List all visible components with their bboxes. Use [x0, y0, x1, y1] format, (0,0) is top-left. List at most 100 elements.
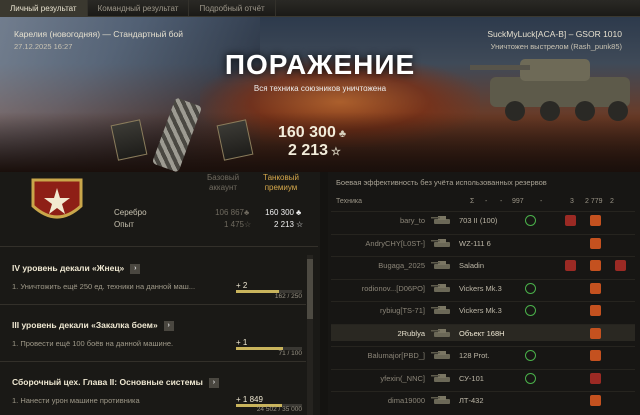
player-name: AndryCHY[L0ST-] — [365, 238, 425, 248]
kill-icon — [590, 282, 601, 294]
col-sum[interactable]: Σ — [470, 198, 474, 205]
player-name: rodionov...[D06PO] — [361, 283, 425, 293]
task-gain: + 2 — [236, 281, 248, 290]
kill-icon — [590, 305, 601, 316]
battle-result-title: ПОРАЖЕНИЕ — [224, 49, 416, 80]
team-row[interactable]: dima19000 ЛТ-432 — [331, 391, 635, 408]
tab-detailed-report[interactable]: Подробный отчёт — [189, 0, 276, 16]
tank-icon — [431, 306, 450, 314]
total-xp: 2 213 ☆ — [288, 142, 341, 159]
task-description: 1. Нанести урон машине противника — [12, 396, 140, 405]
tank-icon — [431, 351, 450, 359]
tasks-scrollbar[interactable] — [307, 255, 313, 415]
assist-icon — [525, 215, 536, 226]
task-progress-count: 71 / 100 — [278, 350, 303, 357]
team-row[interactable]: rybiug[TS-71] Vickers Mk.3 — [331, 301, 635, 318]
task-title: IV уровень декали «Жнец» › — [12, 263, 141, 274]
tank-icon — [431, 373, 450, 382]
col-c[interactable]: 997 — [512, 198, 524, 205]
tank-icon — [431, 261, 450, 269]
assist-icon — [525, 372, 536, 384]
kill-icon — [590, 237, 601, 249]
kill-icon — [590, 260, 601, 271]
tab-bar: Личный результат Командный результат Под… — [0, 0, 640, 17]
damage-icon — [615, 260, 626, 271]
tab-personal-result[interactable]: Личный результат — [0, 0, 88, 16]
player-name: rybiug[TS-71] — [379, 306, 425, 315]
tank-name: Vickers Mk.3 — [459, 283, 502, 293]
silver-premium-icon: ♣ — [296, 208, 302, 217]
assist-icon — [525, 282, 536, 294]
team-panel-header: Боевая эффективность без учёта использов… — [336, 178, 547, 187]
xp-premium: 2 213 — [273, 220, 294, 229]
team-row[interactable]: rodionov...[D06PO] Vickers Mk.3 — [331, 278, 635, 296]
tank-name: 703 II (100) — [459, 216, 498, 225]
silver-base-icon: ♣ — [244, 208, 250, 217]
tank-name: 128 Prot. — [459, 351, 490, 360]
premium-account-header: Танковый премиум — [263, 173, 299, 192]
team-row[interactable]: Balumajor[PBD_] 128 Prot. — [331, 346, 635, 363]
base-account-header: Базовый аккаунт — [206, 173, 240, 192]
team-row[interactable]: yfexin(_NNC] СУ-101 — [331, 368, 635, 386]
tank-name: Vickers Mk.3 — [459, 306, 502, 315]
silver-base: 106 867 — [215, 208, 244, 217]
col-vehicle[interactable]: Техника — [336, 198, 362, 205]
tank-icon — [431, 328, 450, 337]
team-row[interactable]: bary_to 703 II (100) — [331, 211, 635, 228]
arrow-right-icon[interactable]: › — [208, 377, 219, 388]
player-name: SuckMyLuck[ACA-B] – GSOR 1010 — [487, 29, 622, 39]
col-e[interactable]: 3 — [570, 198, 574, 205]
tank-icon — [431, 396, 450, 404]
player-name: Bugaga_2025 — [378, 261, 425, 270]
task-description: 1. Уничтожить ещё 250 ед. техники на дан… — [12, 282, 196, 291]
col-b[interactable]: - — [500, 198, 502, 205]
task-gain: + 1 849 — [236, 395, 263, 404]
assist-icon — [525, 305, 536, 316]
kill-icon — [590, 327, 601, 339]
col-d[interactable]: - — [540, 198, 542, 205]
damage-icon — [590, 372, 601, 384]
tank-name: СУ-101 — [459, 373, 484, 383]
assist-icon — [525, 350, 536, 361]
team-row[interactable]: Bugaga_2025 Saladin — [331, 256, 635, 273]
col-g[interactable]: 2 — [610, 198, 614, 205]
task-progress-count: 24 502 / 35 000 — [256, 406, 302, 413]
arrow-right-icon[interactable]: › — [163, 320, 174, 331]
tank-name: WZ-111 6 — [459, 238, 491, 248]
xp-label: Опыт — [114, 220, 134, 229]
silver-premium: 160 300 — [265, 208, 294, 217]
player-name: 2Rublya — [397, 328, 425, 338]
arrow-right-icon[interactable]: › — [130, 263, 141, 274]
player-name: dima19000 — [387, 396, 425, 405]
kill-icon — [590, 395, 601, 406]
tank-icon — [431, 216, 450, 224]
task-gain: + 1 — [236, 338, 248, 347]
kill-icon — [590, 215, 601, 226]
xp-icon: ☆ — [331, 146, 341, 158]
kill-icon — [590, 350, 601, 361]
credits-icon: ♣ — [338, 128, 347, 140]
team-row[interactable]: AndryCHY[L0ST-] WZ-111 6 — [331, 233, 635, 251]
col-f[interactable]: 2 779 — [585, 198, 603, 205]
total-credits: 160 300 ♣ — [278, 124, 347, 141]
damage-icon — [565, 215, 576, 226]
xp-premium-icon: ☆ — [296, 220, 304, 229]
xp-base-icon: ☆ — [244, 220, 252, 229]
battle-result-reason: Вся техника союзников уничтожена — [253, 84, 387, 93]
tank-name: Saladin — [459, 261, 485, 270]
player-name: yfexin(_NNC] — [380, 373, 425, 383]
tank-icon — [431, 238, 450, 247]
map-title: Карелия (новогодняя) — Стандартный бой — [14, 29, 184, 39]
task-title: III уровень декали «Закалка боем» › — [12, 320, 174, 331]
damage-icon — [565, 260, 576, 271]
tank-name: Объект 168Н — [459, 328, 505, 338]
player-name: bary_to — [399, 216, 425, 225]
rank-emblem-icon — [31, 178, 83, 219]
tank-icon — [431, 283, 450, 292]
task-title: Сборочный цех. Глава II: Основные систем… — [12, 377, 219, 388]
col-a[interactable]: - — [485, 198, 487, 205]
task-progress-count: 162 / 250 — [274, 293, 302, 300]
silver-label: Серебро — [114, 208, 147, 217]
team-row[interactable]: 2Rublya Объект 168Н — [331, 323, 635, 341]
tab-team-result[interactable]: Командный результат — [88, 0, 190, 16]
